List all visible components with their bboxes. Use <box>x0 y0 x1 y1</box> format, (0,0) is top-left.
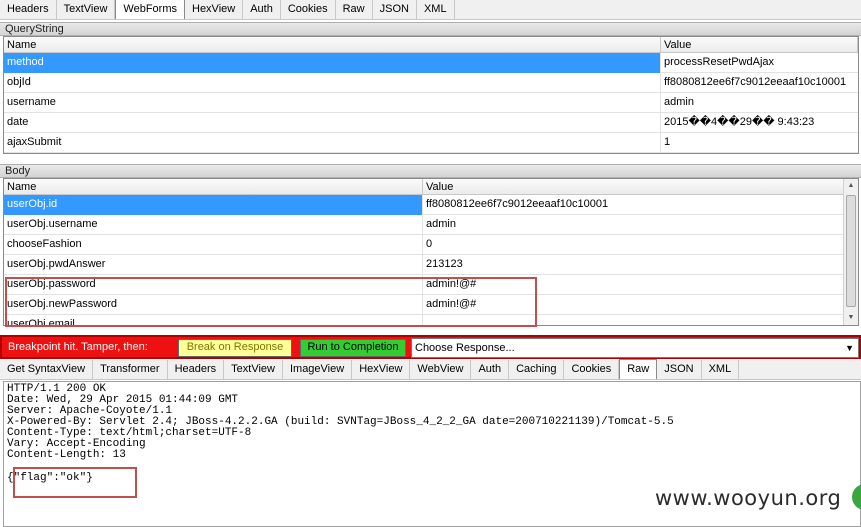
row-name: objId <box>4 73 661 93</box>
chevron-down-icon: ▼ <box>845 343 854 353</box>
response-line: Content-Length: 13 <box>7 449 126 461</box>
body-column-headers: Name Value <box>4 179 845 195</box>
scroll-up-icon[interactable]: ▲ <box>844 179 858 193</box>
column-value[interactable]: Value <box>423 179 845 195</box>
request-tabs: Headers TextView WebForms HexView Auth C… <box>0 0 861 20</box>
response-tabs: Get SyntaxView Transformer Headers TextV… <box>0 359 861 380</box>
tab-caching[interactable]: Caching <box>509 360 565 379</box>
tab-textview[interactable]: TextView <box>224 360 283 379</box>
column-value[interactable]: Value <box>661 37 858 53</box>
run-to-completion-button[interactable]: Run to Completion <box>300 339 406 357</box>
tab-json[interactable]: JSON <box>657 360 702 379</box>
table-row[interactable]: userObj.username admin <box>4 215 845 235</box>
tab-imageview[interactable]: ImageView <box>283 360 353 379</box>
breakpoint-bar: Breakpoint hit. Tamper, then: Break on R… <box>0 335 861 359</box>
tab-auth[interactable]: Auth <box>243 0 281 19</box>
body-header: Body <box>0 164 861 178</box>
row-name: ajaxSubmit <box>4 133 661 153</box>
row-value[interactable]: processResetPwdAjax <box>661 53 858 73</box>
table-row[interactable]: userObj.id ff8080812ee6f7c9012eeaaf10c10… <box>4 195 845 215</box>
row-value[interactable]: admin!@# <box>423 275 845 295</box>
tab-xml[interactable]: XML <box>417 0 455 19</box>
table-row[interactable]: userObj.email <box>4 315 845 325</box>
tab-cookies[interactable]: Cookies <box>564 360 620 379</box>
watermark: www.wooyun.org <box>655 486 842 510</box>
row-name: username <box>4 93 661 113</box>
column-name[interactable]: Name <box>4 179 423 195</box>
break-on-response-button[interactable]: Break on Response <box>178 339 292 357</box>
table-row[interactable]: chooseFashion 0 <box>4 235 845 255</box>
choose-response-select[interactable]: Choose Response... ▼ <box>411 338 859 358</box>
row-value[interactable]: admin <box>423 215 845 235</box>
tab-raw[interactable]: Raw <box>619 359 658 379</box>
row-value[interactable]: ff8080812ee6f7c9012eeaaf10c10001 <box>423 195 845 215</box>
scroll-down-icon[interactable]: ▼ <box>844 311 858 325</box>
table-row[interactable]: ajaxSubmit 1 <box>4 133 858 153</box>
table-row[interactable]: userObj.pwdAnswer 213123 <box>4 255 845 275</box>
row-name: userObj.pwdAnswer <box>4 255 423 275</box>
tab-webforms[interactable]: WebForms <box>115 0 185 19</box>
tab-headers[interactable]: Headers <box>168 360 225 379</box>
table-row[interactable]: userObj.password admin!@# <box>4 275 845 295</box>
table-row[interactable]: objId ff8080812ee6f7c9012eeaaf10c10001 <box>4 73 858 93</box>
tab-get-syntaxview[interactable]: Get SyntaxView <box>0 360 94 379</box>
table-row[interactable]: method processResetPwdAjax <box>4 53 858 73</box>
scroll-thumb[interactable] <box>846 195 856 307</box>
table-row[interactable]: date 2015��4��29�� 9:43:23 <box>4 113 858 133</box>
tab-textview[interactable]: TextView <box>57 0 116 19</box>
row-name: date <box>4 113 661 133</box>
tab-hexview[interactable]: HexView <box>185 0 244 19</box>
row-name: userObj.password <box>4 275 423 295</box>
tab-webview[interactable]: WebView <box>410 360 472 379</box>
tab-auth[interactable]: Auth <box>471 360 510 379</box>
querystring-column-headers: Name Value <box>4 37 858 53</box>
row-name: userObj.username <box>4 215 423 235</box>
table-row[interactable]: userObj.newPassword admin!@# <box>4 295 845 315</box>
row-value[interactable]: 213123 <box>423 255 845 275</box>
tab-headers[interactable]: Headers <box>0 0 57 19</box>
row-name: userObj.newPassword <box>4 295 423 315</box>
body-scrollbar[interactable]: ▲ ▼ <box>843 179 858 325</box>
body-grid: Name Value userObj.id ff8080812ee6f7c901… <box>3 178 859 326</box>
querystring-grid: Name Value method processResetPwdAjax ob… <box>3 36 859 154</box>
tab-json[interactable]: JSON <box>373 0 417 19</box>
row-value[interactable] <box>423 315 845 325</box>
row-name: userObj.email <box>4 315 423 325</box>
table-row[interactable]: username admin <box>4 93 858 113</box>
querystring-header: QueryString <box>0 22 861 36</box>
row-name: userObj.id <box>4 195 423 215</box>
row-value[interactable]: 1 <box>661 133 858 153</box>
row-value[interactable]: admin <box>661 93 858 113</box>
choose-response-value: Choose Response... <box>415 342 515 354</box>
column-name[interactable]: Name <box>4 37 661 53</box>
breakpoint-label: Breakpoint hit. Tamper, then: <box>8 341 148 353</box>
row-value[interactable]: ff8080812ee6f7c9012eeaaf10c10001 <box>661 73 858 93</box>
tab-cookies[interactable]: Cookies <box>281 0 336 19</box>
response-body: {"flag":"ok"} <box>7 472 93 484</box>
row-name: chooseFashion <box>4 235 423 255</box>
tab-transformer[interactable]: Transformer <box>93 360 168 379</box>
tab-hexview[interactable]: HexView <box>352 360 411 379</box>
row-value[interactable]: admin!@# <box>423 295 845 315</box>
row-name: method <box>4 53 661 73</box>
row-value[interactable]: 0 <box>423 235 845 255</box>
row-value[interactable]: 2015��4��29�� 9:43:23 <box>661 113 858 133</box>
tab-xml[interactable]: XML <box>702 360 740 379</box>
response-line: Vary: Accept-Encoding <box>7 438 146 450</box>
tab-raw[interactable]: Raw <box>336 0 373 19</box>
